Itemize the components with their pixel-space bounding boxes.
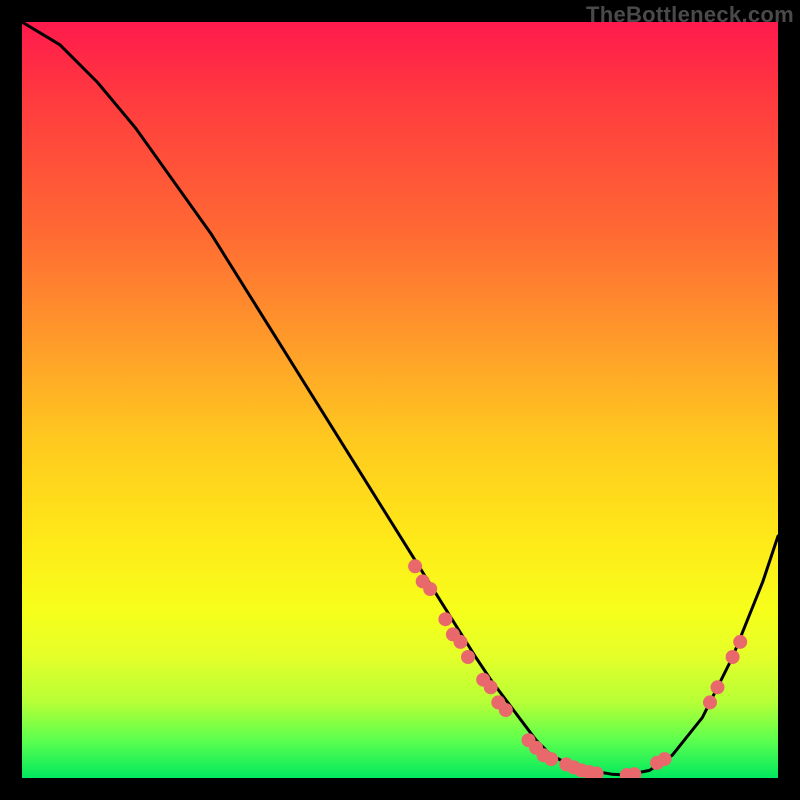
marker-dot: [499, 703, 513, 717]
marker-layer: [408, 559, 747, 778]
marker-dot: [658, 752, 672, 766]
marker-dot: [544, 752, 558, 766]
chart-plot-area: [22, 22, 778, 778]
marker-dot: [484, 680, 498, 694]
marker-dot: [703, 695, 717, 709]
marker-dot: [454, 635, 468, 649]
marker-dot: [408, 559, 422, 573]
chart-svg: [22, 22, 778, 778]
marker-dot: [461, 650, 475, 664]
marker-dot: [711, 680, 725, 694]
marker-dot: [733, 635, 747, 649]
marker-dot: [423, 582, 437, 596]
marker-dot: [726, 650, 740, 664]
chart-stage: TheBottleneck.com: [0, 0, 800, 800]
series-curve: [22, 22, 778, 775]
watermark-text: TheBottleneck.com: [586, 2, 794, 28]
marker-dot: [438, 612, 452, 626]
